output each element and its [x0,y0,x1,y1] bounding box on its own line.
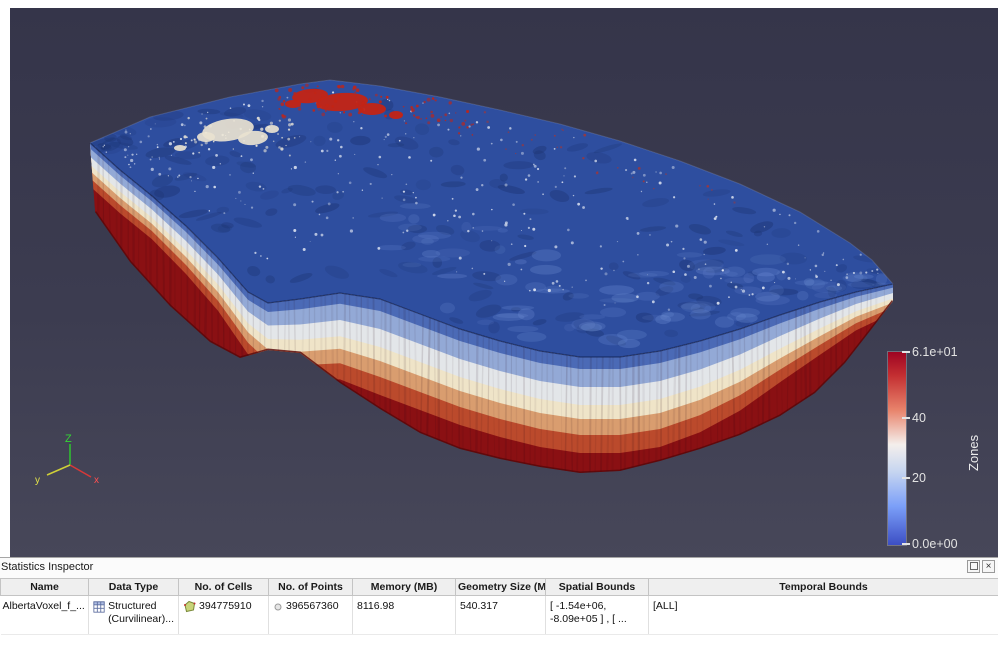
voxel-model-scene [89,79,894,473]
cell-memory: 8116.98 [352,595,456,635]
structured-grid-icon [93,601,105,613]
undock-panel-icon[interactable] [967,560,980,573]
column-header-data-type[interactable]: Data Type [88,578,179,596]
axis-z-label: Z [65,433,72,445]
statistics-table: Name Data Type No. of Cells No. of Point… [0,578,998,635]
dataset-name: AlbertaVoxel_f_... [2,600,85,612]
column-header-temporal[interactable]: Temporal Bounds [648,578,998,596]
legend-title: Zones [966,434,981,472]
orientation-axes: Z x y [35,433,99,486]
legend-tick-40: 40 [912,411,926,425]
cell-name: AlbertaVoxel_f_... [0,595,89,635]
cell-data-type: Structured (Curvilinear)... [88,595,179,635]
column-header-memory[interactable]: Memory (MB) [352,578,456,596]
application-window: Z x y 6.1e+01 40 20 0.0e+00 Zones Statis… [0,0,998,652]
geometry-size-value: 540.317 [460,600,498,612]
axis-x-label: x [94,475,99,486]
cell-spatial-bounds: [ -1.54e+06, -8.09e+05 ] , [ ... [545,595,649,635]
cell-icon [184,600,196,613]
legend-tick-mark [902,477,910,479]
cell-temporal-bounds: [ALL] [648,595,998,635]
cell-num-points: 396567360 [268,595,353,635]
column-header-cells[interactable]: No. of Cells [178,578,269,596]
column-header-points[interactable]: No. of Points [268,578,353,596]
table-row[interactable]: AlbertaVoxel_f_... Structured (Curviline… [0,595,998,635]
panel-title: Statistics Inspector [1,561,94,573]
data-type-line1: Structured [108,600,157,612]
cell-geometry-size: 540.317 [455,595,546,635]
render-view-3d[interactable]: Z x y 6.1e+01 40 20 0.0e+00 Zones [10,8,998,557]
column-header-geometry[interactable]: Geometry Size (MB) [455,578,546,596]
num-cells-value: 394775910 [199,600,252,612]
color-legend-bar[interactable] [887,351,907,546]
column-header-name[interactable]: Name [0,578,89,596]
memory-value: 8116.98 [357,600,395,612]
spatial-bounds-line2: -8.09e+05 ] , [ ... [550,612,627,625]
legend-tick-mark [902,543,910,545]
statistics-inspector-panel: Statistics Inspector × Name Data Type No… [0,557,998,652]
legend-tick-20: 20 [912,471,926,485]
panel-header: Statistics Inspector × [0,558,998,578]
axis-y-label: y [35,475,40,486]
legend-tick-max: 6.1e+01 [912,345,958,359]
legend-tick-min: 0.0e+00 [912,537,958,551]
point-icon [274,603,282,611]
temporal-bounds-value: [ALL] [653,600,678,612]
spatial-bounds-line1: [ -1.54e+06, [550,600,607,612]
legend-tick-mark [902,417,910,419]
column-header-spatial[interactable]: Spatial Bounds [545,578,649,596]
data-type-line2: (Curvilinear)... [108,612,174,625]
cell-num-cells: 394775910 [178,595,269,635]
num-points-value: 396567360 [286,600,339,612]
close-panel-icon[interactable]: × [982,560,995,573]
legend-tick-mark [902,351,910,353]
